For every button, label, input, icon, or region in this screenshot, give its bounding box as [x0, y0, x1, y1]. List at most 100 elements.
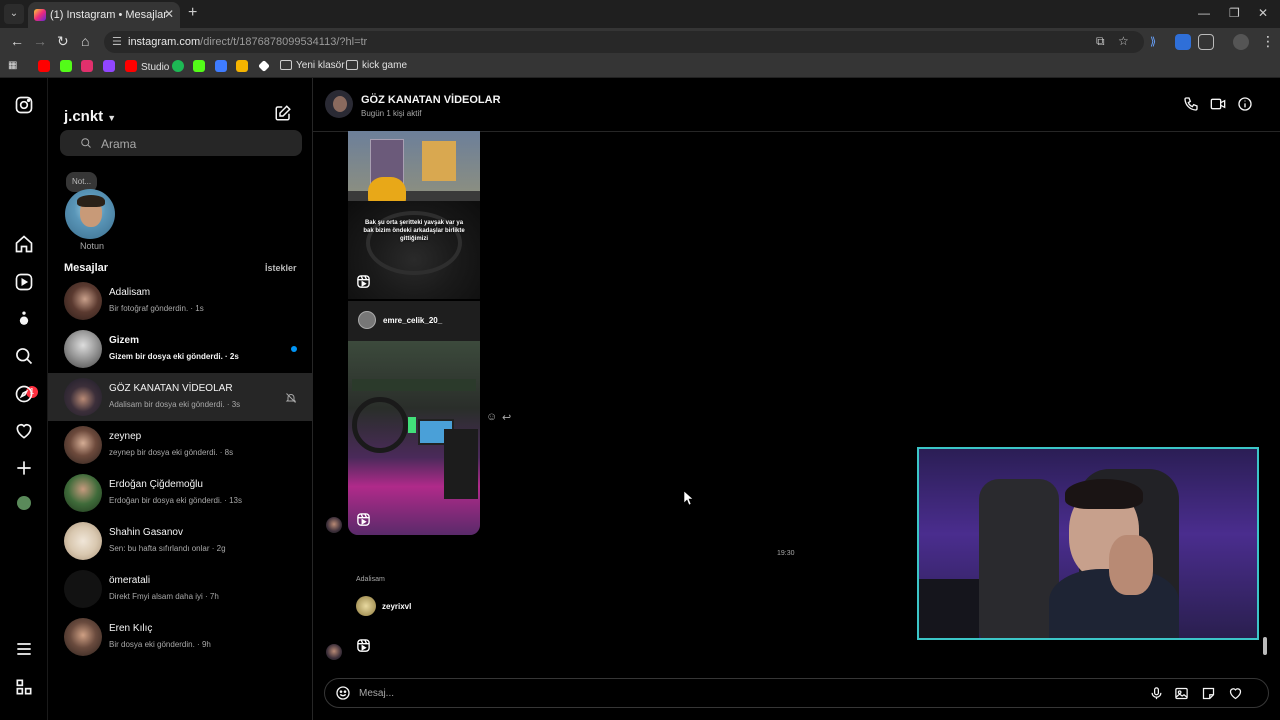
- message-input[interactable]: Mesaj...: [359, 688, 394, 699]
- conversation-name: zeynep: [109, 431, 142, 442]
- extensions-puzzle-icon[interactable]: [1198, 34, 1214, 50]
- reel-icon[interactable]: [356, 638, 372, 654]
- bookmark-kick-2[interactable]: [193, 60, 209, 74]
- shared-profile-name[interactable]: zeyrixvl: [382, 602, 411, 611]
- like-heart-icon[interactable]: [1228, 686, 1243, 701]
- unread-indicator: [291, 346, 297, 352]
- install-app-icon[interactable]: ⧉: [1096, 34, 1105, 49]
- more-menu-icon[interactable]: [14, 639, 34, 659]
- conversation-item[interactable]: Erdoğan Çiğdemoğlu Erdoğan bir dosya eki…: [48, 469, 313, 517]
- profile-icon[interactable]: [1233, 34, 1249, 50]
- reel-author-name[interactable]: emre_celik_20_: [383, 316, 442, 325]
- browser-menu-icon[interactable]: ⋮: [1261, 33, 1275, 50]
- avatar: [64, 426, 102, 464]
- notifications-heart-icon[interactable]: [14, 421, 34, 441]
- scroll-thumb[interactable]: [1263, 637, 1267, 655]
- close-tab-icon[interactable]: ✕: [164, 7, 174, 21]
- video-call-icon[interactable]: [1210, 96, 1228, 114]
- note-avatar[interactable]: [65, 189, 115, 239]
- bookmark-twitch[interactable]: [103, 60, 119, 74]
- shared-reel[interactable]: emre_celik_20_: [348, 301, 480, 535]
- avatar: [64, 570, 102, 608]
- bookmark-star-icon[interactable]: ☆: [1118, 34, 1129, 48]
- conversation-item[interactable]: ömeratali Direkt Fmyi alsam daha iyi · 7…: [48, 565, 313, 613]
- account-switcher[interactable]: j.cnkt ▼: [64, 108, 116, 125]
- chat-status: Bugün 1 kişi aktif: [361, 109, 422, 118]
- avatar: [64, 378, 102, 416]
- bookmark-kick[interactable]: [60, 60, 76, 74]
- bookmarks-bar: ▦ Studio Yeni klasör kick game: [0, 56, 1280, 78]
- browser-tab[interactable]: (1) Instagram • Mesajlar ✕: [28, 2, 180, 28]
- bookmark-youtube[interactable]: [38, 60, 54, 74]
- search-input[interactable]: Arama: [60, 130, 302, 156]
- conversation-item[interactable]: Shahin Gasanov Sen: bu hafta sıfırlandı …: [48, 517, 313, 565]
- back-icon[interactable]: ←: [10, 33, 24, 49]
- home-icon[interactable]: ⌂: [81, 33, 89, 49]
- search-icon[interactable]: [14, 346, 34, 366]
- sticker-icon[interactable]: [1201, 686, 1216, 701]
- bookmark-studio[interactable]: Studio: [125, 60, 169, 74]
- translate-icon: [215, 60, 227, 72]
- apps-grid-icon[interactable]: ▦: [8, 60, 17, 74]
- bookmark-game[interactable]: [236, 60, 252, 74]
- also-from-meta-icon[interactable]: [14, 677, 34, 697]
- requests-link[interactable]: İstekler: [265, 263, 297, 273]
- create-plus-icon[interactable]: [14, 458, 34, 478]
- extension-icon[interactable]: ⟫: [1150, 35, 1166, 51]
- profile-avatar[interactable]: [17, 496, 31, 510]
- shared-profile-avatar[interactable]: [356, 596, 376, 616]
- conversation-item[interactable]: Gizem Gizem bir dosya eki gönderdi. · 2s: [48, 325, 313, 373]
- reels-icon[interactable]: [14, 272, 34, 292]
- bookmark-folder-kick-game[interactable]: kick game: [346, 60, 407, 74]
- url-text[interactable]: instagram.com/direct/t/1876878099534113/…: [128, 36, 367, 48]
- instagram-logo-icon[interactable]: [14, 95, 34, 115]
- conversation-preview: Bir dosya eki gönderdin. · 9h: [109, 640, 211, 649]
- home-icon[interactable]: [14, 234, 34, 254]
- chat-scrollbar[interactable]: [1262, 134, 1268, 666]
- emoji-icon[interactable]: [335, 685, 352, 702]
- chevron-down-icon: ▼: [107, 113, 117, 123]
- reply-icon[interactable]: ↩: [502, 411, 511, 424]
- chat-title[interactable]: GÖZ KANATAN VİDEOLAR: [361, 94, 501, 106]
- conversation-item[interactable]: Eren Kılıç Bir dosya eki gönderdin. · 9h: [48, 613, 313, 661]
- conversation-name: Eren Kılıç: [109, 623, 153, 634]
- tab-search-button[interactable]: ⌄: [4, 4, 24, 24]
- info-icon[interactable]: [1237, 96, 1255, 114]
- conversation-item[interactable]: Adalisam Bir fotoğraf gönderdin. · 1s: [48, 277, 313, 325]
- bookmark-instagram[interactable]: [81, 60, 97, 74]
- bookmark-diamond[interactable]: [258, 60, 274, 74]
- messenger-icon[interactable]: [14, 309, 34, 329]
- voice-call-icon[interactable]: [1183, 96, 1201, 114]
- forward-icon[interactable]: →: [33, 33, 47, 49]
- react-emoji-icon[interactable]: ☺: [486, 411, 497, 423]
- maximize-icon[interactable]: ❐: [1229, 6, 1240, 20]
- bookmark-translate[interactable]: [215, 60, 231, 74]
- address-bar-row: ← → ↻ ⌂ ☰ instagram.com/direct/t/1876878…: [0, 28, 1280, 56]
- group-avatar[interactable]: [325, 90, 353, 118]
- message-composer[interactable]: Mesaj...: [324, 678, 1269, 708]
- close-window-icon[interactable]: ✕: [1258, 6, 1268, 20]
- image-upload-icon[interactable]: [1174, 686, 1189, 701]
- sender-avatar[interactable]: [326, 644, 342, 660]
- omnibox[interactable]: ☰ instagram.com/direct/t/187687809953411…: [104, 31, 1144, 53]
- minimize-icon[interactable]: —: [1198, 6, 1210, 20]
- explore-compass-icon[interactable]: [14, 384, 34, 404]
- conversation-item[interactable]: zeynep zeynep bir dosya eki gönderdi. · …: [48, 421, 313, 469]
- shared-reel[interactable]: Bak şu orta şeritteki yavşak var ya bak …: [348, 131, 480, 299]
- reel-caption: Bak şu orta şeritteki yavşak var ya bak …: [363, 220, 465, 242]
- conversation-name: GÖZ KANATAN VİDEOLAR: [109, 383, 233, 394]
- new-message-icon[interactable]: [274, 104, 294, 124]
- new-tab-button[interactable]: +: [188, 4, 197, 22]
- bookmark-folder-yeni-klasor[interactable]: Yeni klasör: [280, 60, 345, 74]
- extension-icon[interactable]: [1175, 34, 1191, 50]
- note-label: Notun: [80, 241, 105, 251]
- reload-icon[interactable]: ↻: [57, 33, 69, 50]
- youtube-studio-icon: [125, 60, 137, 72]
- sender-avatar[interactable]: [326, 517, 342, 533]
- microphone-icon[interactable]: [1149, 686, 1164, 701]
- game-icon: [236, 60, 248, 72]
- conversation-item-selected[interactable]: GÖZ KANATAN VİDEOLAR Adalisam bir dosya …: [48, 373, 313, 421]
- instagram-favicon-icon: [34, 9, 46, 21]
- bookmark-spotify[interactable]: [172, 60, 188, 74]
- site-info-icon[interactable]: ☰: [112, 35, 122, 48]
